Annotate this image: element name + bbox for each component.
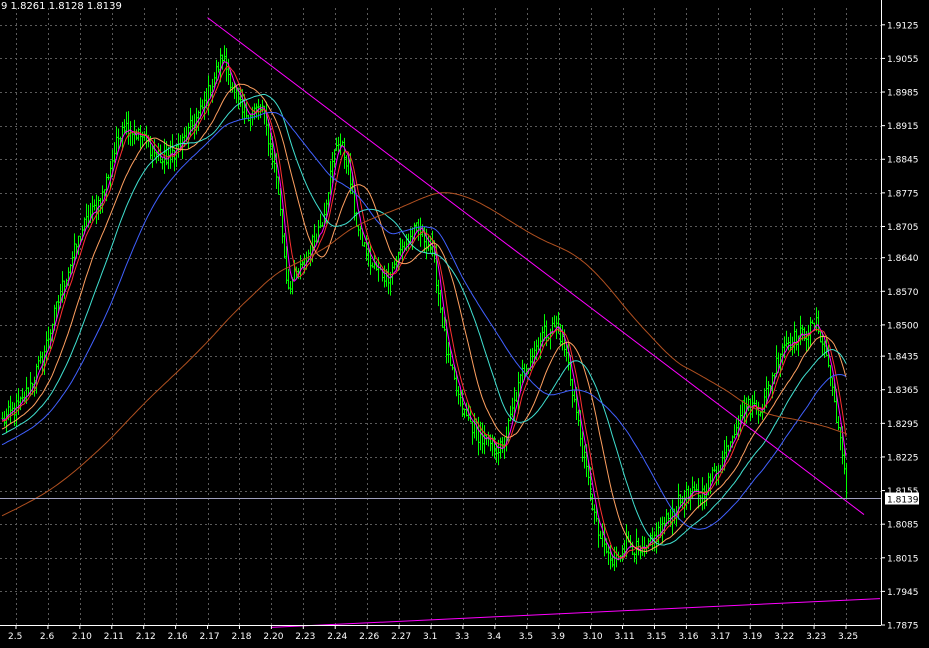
x-tick-label: 2.17 <box>200 632 220 642</box>
x-tick-label: 3.10 <box>583 632 603 642</box>
y-tick-label: 1.8365 <box>887 386 919 396</box>
x-tick-label: 3.1 <box>423 632 437 642</box>
y-tick-label: 1.8915 <box>887 122 919 132</box>
y-tick-label: 1.8435 <box>887 353 919 363</box>
y-tick-label: 1.9055 <box>887 55 919 65</box>
x-tick-label: 2.6 <box>40 632 55 642</box>
x-tick-label: 2.5 <box>8 632 22 642</box>
y-tick-label: 1.8295 <box>887 420 919 430</box>
x-tick-label: 2.11 <box>104 632 124 642</box>
y-tick-label: 1.8085 <box>887 521 919 531</box>
current-price-label: 1.8139 <box>887 496 919 506</box>
y-tick-label: 1.8570 <box>887 288 919 298</box>
y-tick-label: 1.7945 <box>887 588 919 598</box>
ohlc-readout: 9 1.8261 1.8128 1.8139 <box>1 1 122 12</box>
x-tick-label: 2.18 <box>231 632 251 642</box>
y-tick-label: 1.8015 <box>887 554 919 564</box>
y-tick-label: 1.8985 <box>887 89 919 99</box>
x-tick-label: 2.27 <box>391 632 411 642</box>
y-tick-label: 1.8640 <box>887 254 919 264</box>
y-tick-label: 1.8500 <box>887 321 919 331</box>
x-tick-label: 3.19 <box>742 632 762 642</box>
y-tick-label: 1.9125 <box>887 21 919 31</box>
y-tick-label: 1.8225 <box>887 453 919 463</box>
x-tick-label: 2.20 <box>263 632 283 642</box>
x-tick-label: 3.25 <box>838 632 858 642</box>
x-tick-label: 3.3 <box>455 632 469 642</box>
y-tick-label: 1.8845 <box>887 156 919 166</box>
x-tick-label: 3.15 <box>646 632 666 642</box>
forex-chart[interactable]: 1.9125 1.9055 1.8985 1.8915 1.8845 1.8775 1.87… <box>0 0 929 648</box>
x-tick-label: 3.17 <box>710 632 730 642</box>
x-tick-label: 2.12 <box>136 632 156 642</box>
x-tick-label: 3.23 <box>806 632 826 642</box>
x-tick-label: 2.10 <box>72 632 92 642</box>
y-tick-label: 1.8705 <box>887 223 919 233</box>
chart-background <box>0 0 929 648</box>
x-tick-label: 2.26 <box>359 632 379 642</box>
x-tick-label: 2.24 <box>327 632 347 642</box>
x-tick-label: 2.23 <box>295 632 315 642</box>
y-tick-label: 1.7875 <box>887 622 919 632</box>
y-tick-label: 1.8775 <box>887 189 919 199</box>
x-tick-label: 3.5 <box>519 632 533 642</box>
x-tick-label: 3.22 <box>774 632 794 642</box>
x-tick-label: 2.16 <box>168 632 188 642</box>
x-tick-label: 3.11 <box>615 632 635 642</box>
x-tick-label: 3.16 <box>678 632 698 642</box>
x-tick-label: 3.4 <box>487 632 502 642</box>
x-tick-label: 3.9 <box>551 632 566 642</box>
